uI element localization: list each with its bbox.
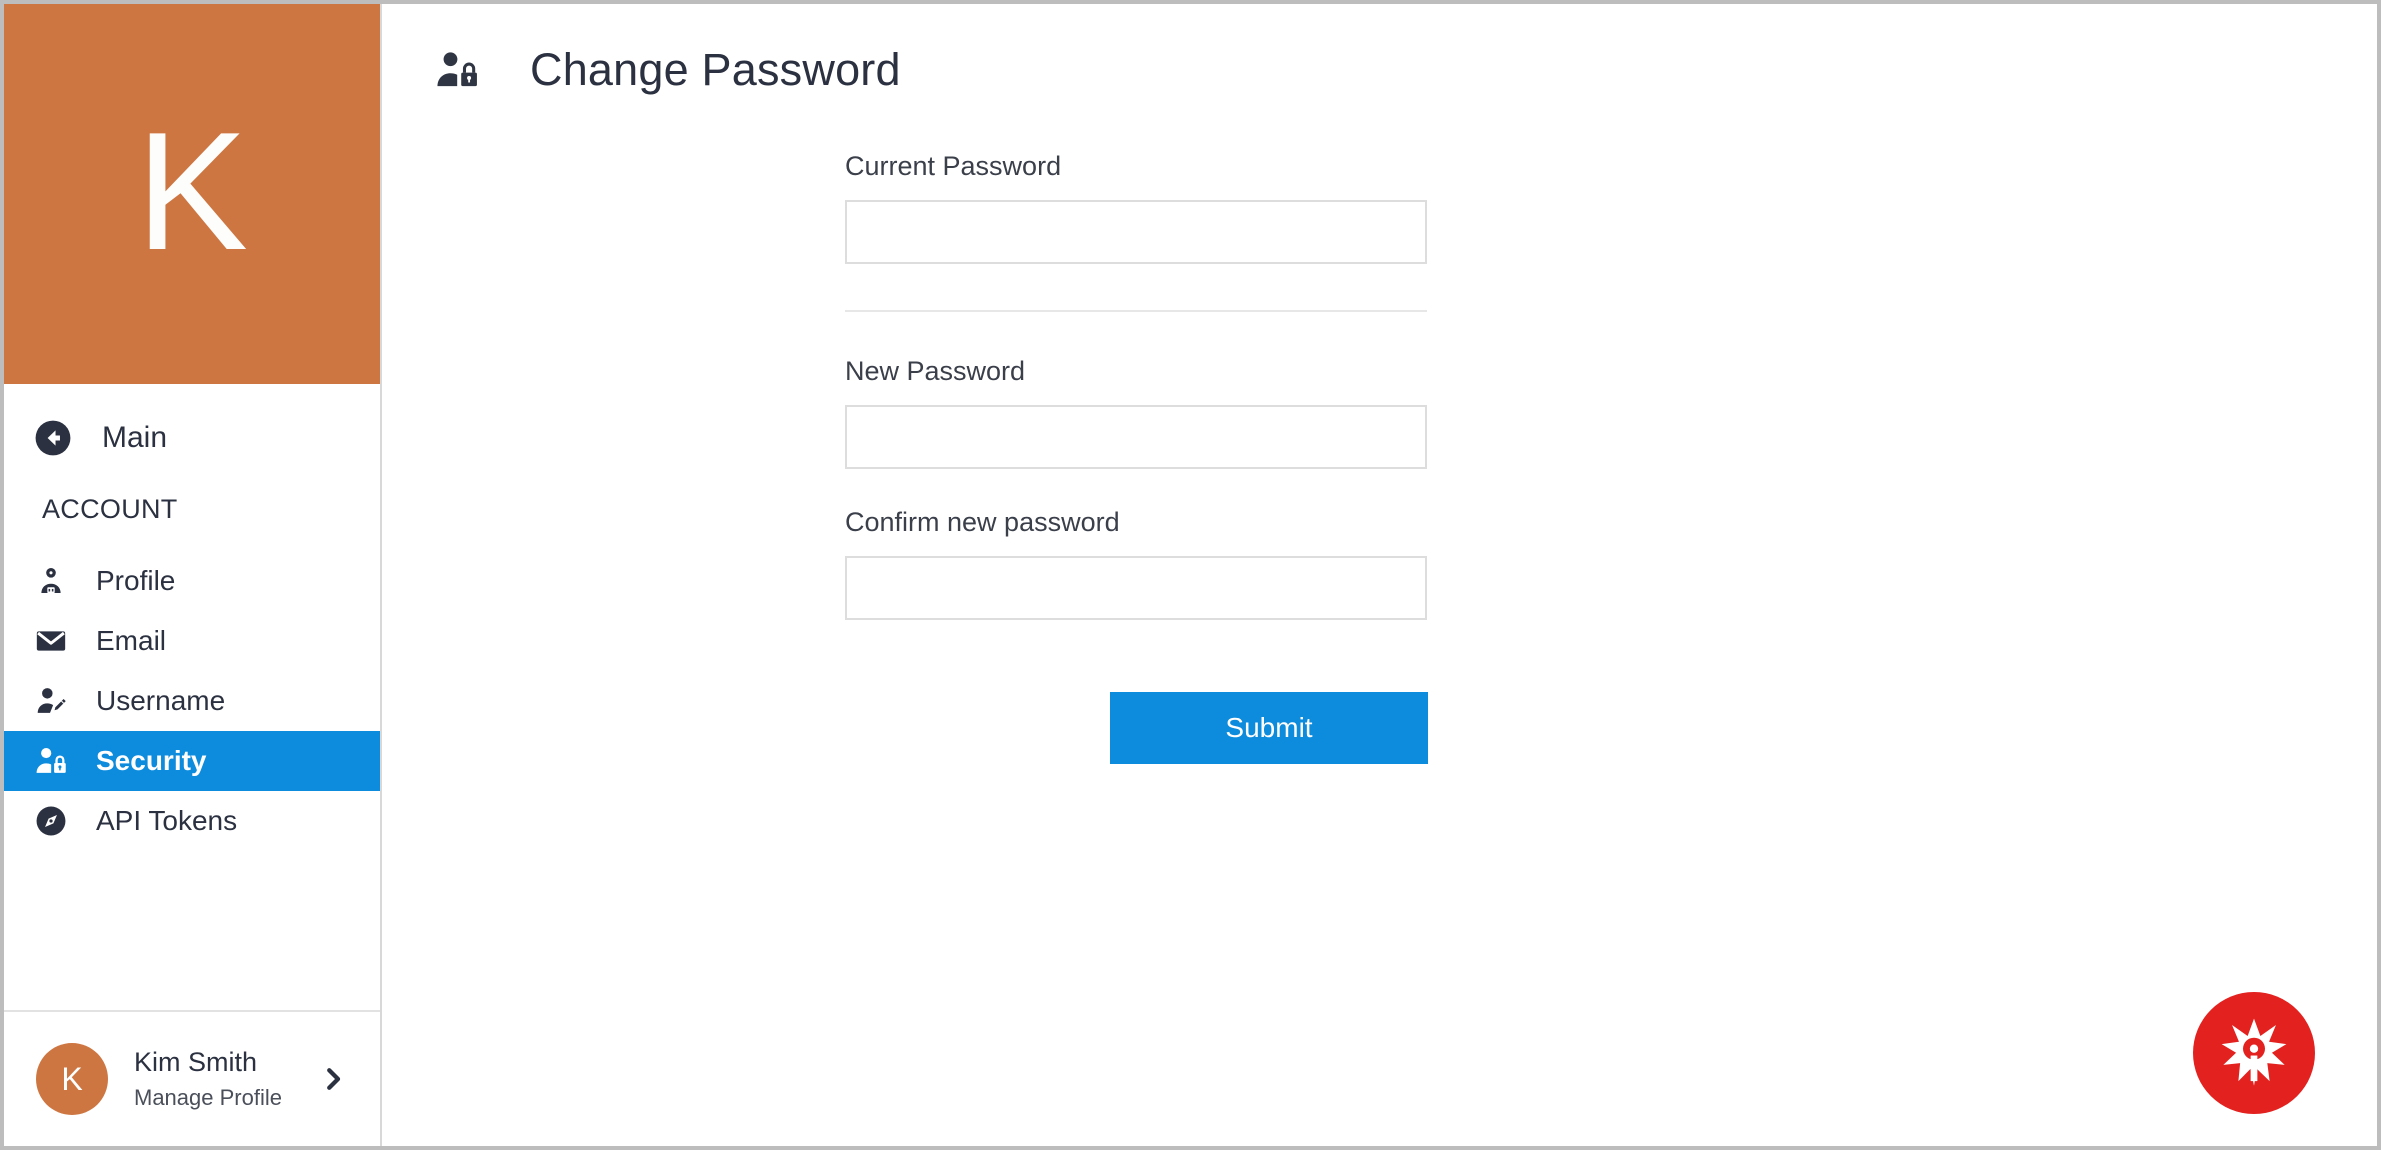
sidebar-nav-spacer	[4, 851, 380, 1010]
envelope-icon	[34, 624, 74, 658]
arrow-left-circle-icon	[34, 419, 78, 457]
app-window: K Main ACCOUNT Profile Email Username Se…	[0, 0, 2381, 1150]
chevron-right-icon[interactable]	[318, 1064, 354, 1094]
footer-manage-profile-label: Manage Profile	[134, 1085, 282, 1111]
change-password-form: Current Password New Password Confirm ne…	[382, 96, 2377, 764]
sidebar-section-account: ACCOUNT	[42, 494, 178, 524]
footer-text: Kim Smith Manage Profile	[134, 1044, 318, 1114]
current-password-input[interactable]	[845, 200, 1427, 264]
field-group-current-password: Current Password	[845, 151, 2377, 264]
sidebar-item-username-label: Username	[96, 685, 226, 716]
page-header: Change Password	[382, 4, 2377, 96]
sidebar-item-api-tokens[interactable]: API Tokens	[4, 791, 380, 851]
brand-block: K	[4, 4, 380, 384]
person-badge-icon	[34, 564, 74, 598]
sidebar-item-email-label: Email	[96, 625, 167, 656]
sidebar-item-main-label: Main	[102, 421, 168, 454]
sidebar-item-username[interactable]: Username	[4, 671, 380, 731]
sidebar-item-security[interactable]: Security	[4, 731, 380, 791]
help-fab-button[interactable]	[2193, 992, 2315, 1114]
sidebar-footer-profile[interactable]: K Kim Smith Manage Profile	[4, 1010, 380, 1146]
sidebar-item-main[interactable]: Main	[4, 406, 380, 470]
field-group-new-password: New Password	[845, 356, 2377, 469]
new-password-label: New Password	[845, 356, 1026, 386]
current-password-label: Current Password	[845, 151, 1062, 181]
confirm-password-input[interactable]	[845, 556, 1427, 620]
confirm-password-label: Confirm new password	[845, 507, 1120, 537]
footer-user-name: Kim Smith	[134, 1046, 258, 1077]
page-title: Change Password	[530, 44, 901, 95]
sidebar-item-security-label: Security	[96, 745, 207, 776]
sidebar-item-email[interactable]: Email	[4, 611, 380, 671]
brand-letter: K	[135, 97, 249, 285]
avatar: K	[36, 1043, 108, 1115]
main-content: Change Password Current Password New Pas…	[382, 4, 2377, 1146]
sidebar-item-profile[interactable]: Profile	[4, 551, 380, 611]
person-lock-icon	[434, 47, 480, 93]
field-group-confirm-password: Confirm new password	[845, 507, 2377, 620]
person-lock-icon	[34, 744, 74, 778]
sidebar-item-api-tokens-label: API Tokens	[96, 805, 238, 836]
sidebar-item-profile-label: Profile	[96, 565, 176, 596]
sidebar: K Main ACCOUNT Profile Email Username Se…	[4, 4, 382, 1146]
person-pencil-icon	[34, 684, 74, 718]
star-flower-icon	[2217, 1014, 2291, 1093]
submit-button[interactable]: Submit	[1110, 692, 1428, 764]
new-password-input[interactable]	[845, 405, 1427, 469]
sidebar-nav: Main ACCOUNT Profile Email Username Secu…	[4, 384, 380, 1010]
compass-icon	[34, 804, 74, 838]
